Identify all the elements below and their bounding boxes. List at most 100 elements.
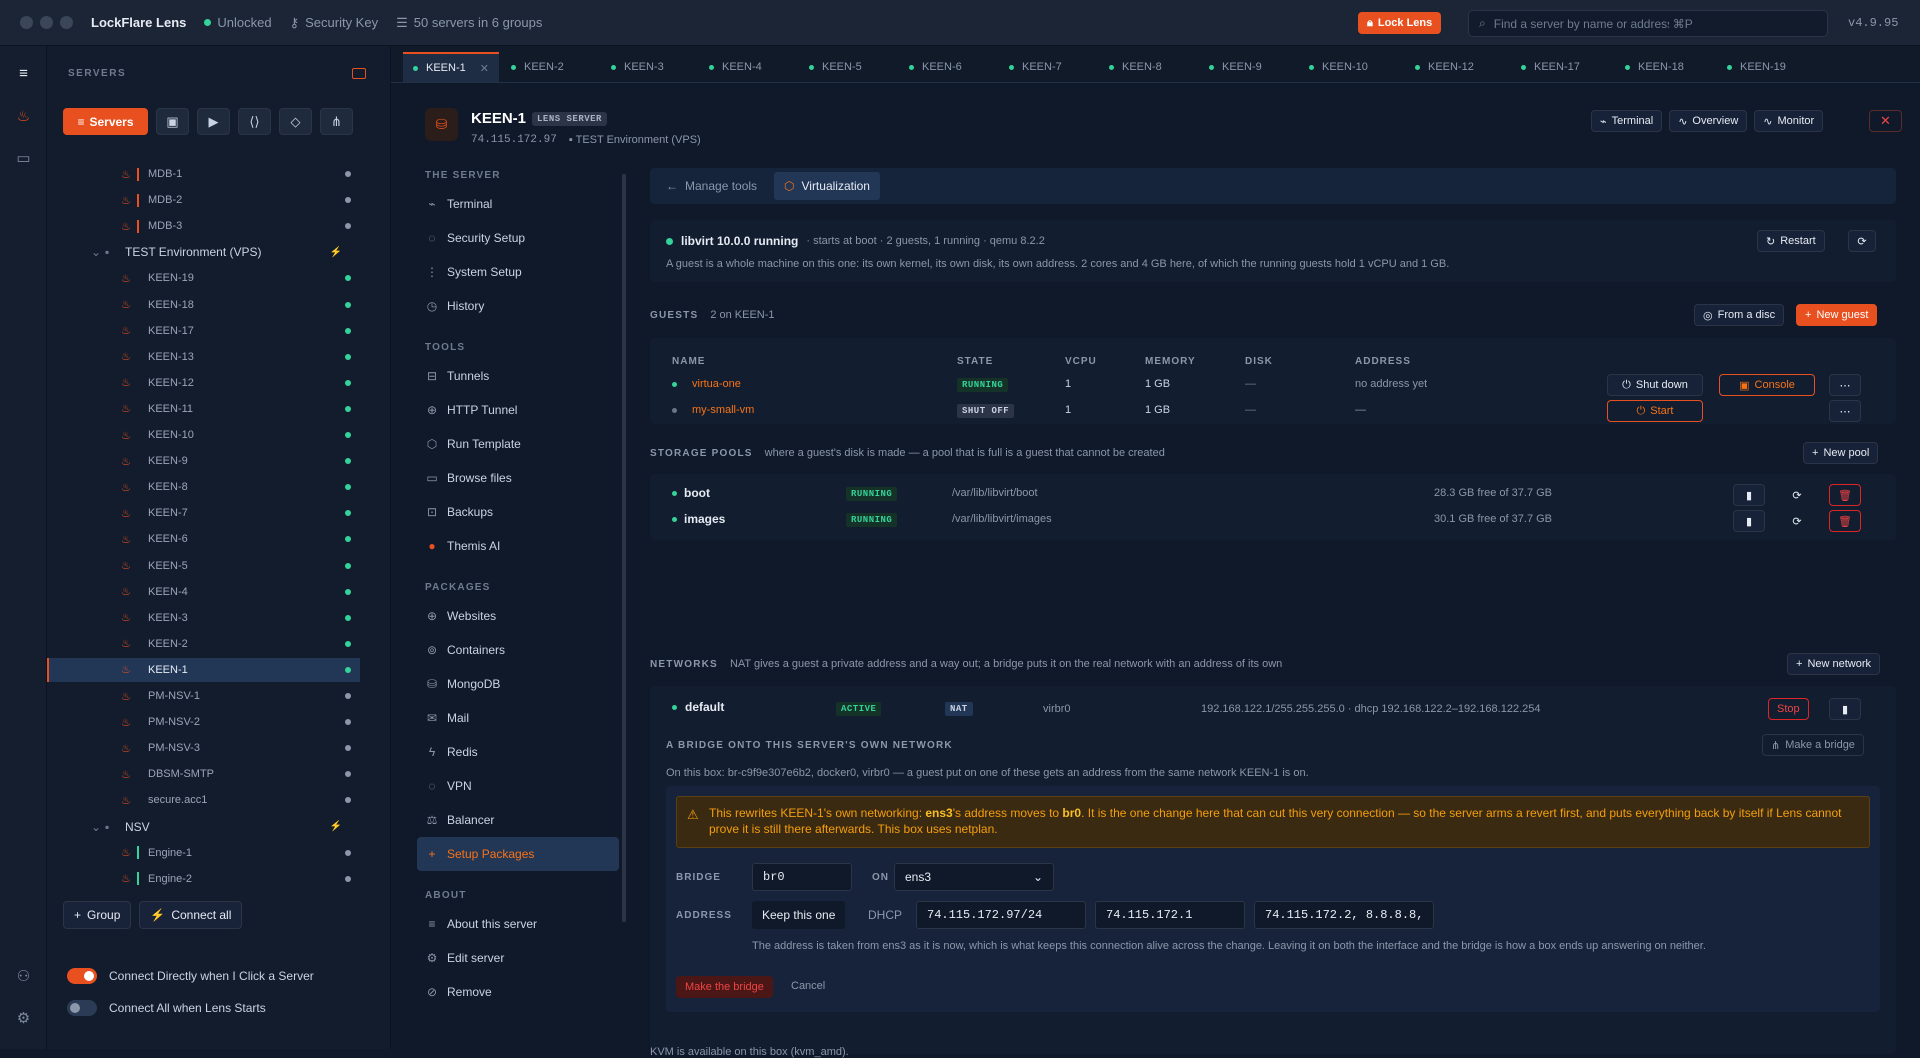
sidebar-server-row[interactable]: ♨ MDB-2 xyxy=(47,188,360,212)
terminal-button[interactable]: ⌁ Terminal xyxy=(1591,110,1663,132)
pool-refresh-button[interactable]: ⟳ xyxy=(1781,510,1813,532)
sidebar-server-row[interactable]: ♨ KEEN-1 xyxy=(47,657,360,682)
guest-more-button[interactable]: ⋯ xyxy=(1829,400,1861,422)
subnav-item[interactable]: ⬡ Run Template xyxy=(425,427,625,461)
dhcp-button[interactable]: DHCP xyxy=(862,901,908,929)
server-search[interactable]: ⌕ ⌘P xyxy=(1468,10,1828,37)
subnav-scrollbar[interactable] xyxy=(622,174,626,922)
window-minimize-control[interactable] xyxy=(40,16,53,29)
sidebar-server-row[interactable]: ♨ PM-NSV-2 xyxy=(47,710,360,734)
server-tab[interactable]: KEEN-7 xyxy=(1009,52,1062,82)
server-tab[interactable]: KEEN-18 xyxy=(1625,52,1684,82)
sidebar-server-row[interactable]: ♨ KEEN-7 xyxy=(47,501,360,525)
topology-tool-button[interactable]: ⋔ xyxy=(320,108,353,135)
network-bookmark-button[interactable]: ▮ xyxy=(1829,698,1861,720)
from-disc-button[interactable]: ◎ From a disc xyxy=(1694,304,1785,326)
sidebar-server-row[interactable]: ♨ KEEN-9 xyxy=(47,449,360,473)
new-guest-button[interactable]: + New guest xyxy=(1796,304,1878,326)
pool-bookmark-button[interactable]: ▮ xyxy=(1733,484,1765,506)
sidebar-server-row[interactable]: ♨ secure.acc1 xyxy=(47,788,360,812)
window-zoom-control[interactable] xyxy=(60,16,73,29)
sidebar-server-row[interactable]: ♨ KEEN-4 xyxy=(47,580,360,604)
server-tab[interactable]: KEEN-4 xyxy=(709,52,762,82)
lock-lens-button[interactable]: 🔒︎ Lock Lens xyxy=(1358,12,1442,34)
servers-button[interactable]: ≡ Servers xyxy=(63,108,148,135)
pool-delete-button[interactable]: 🗑︎ xyxy=(1829,484,1861,506)
sidebar-server-row[interactable]: ♨ KEEN-17 xyxy=(47,319,360,343)
sidebar-server-row[interactable]: ♨ PM-NSV-1 xyxy=(47,684,360,708)
start-button[interactable]: ⏻ Start xyxy=(1607,400,1703,422)
sidebar-server-row[interactable]: ♨ DBSM-SMTP xyxy=(47,762,360,786)
sidebar-server-row[interactable]: ♨ KEEN-19 xyxy=(47,266,360,290)
bridge-name-input[interactable]: br0 xyxy=(752,863,852,891)
code-tool-button[interactable]: ⟨⟩ xyxy=(238,108,271,135)
server-group-row[interactable]: ⌄ ▪ NSV ⚡ xyxy=(47,815,360,839)
guest-name-link[interactable]: my-small-vm xyxy=(692,404,754,416)
refresh-button[interactable]: ⟳ xyxy=(1848,230,1876,252)
server-tab[interactable]: KEEN-6 xyxy=(909,52,962,82)
package-tool-button[interactable]: ◇ xyxy=(279,108,312,135)
flame-rail-icon[interactable]: ♨ xyxy=(12,104,35,127)
address-input[interactable]: 74.115.172.97/24 xyxy=(916,901,1086,929)
sidebar-server-row[interactable]: ♨ Engine-2 xyxy=(47,867,360,891)
shutdown-button[interactable]: ⏻ Shut down xyxy=(1607,374,1703,396)
close-server-button[interactable]: ✕ xyxy=(1869,110,1902,132)
server-tab[interactable]: KEEN-8 xyxy=(1109,52,1162,82)
subnav-item[interactable]: ● Themis AI xyxy=(425,529,625,563)
sidebar-server-row[interactable]: ♨ KEEN-11 xyxy=(47,397,360,421)
console-button[interactable]: ▣ Console xyxy=(1719,374,1815,396)
subnav-item[interactable]: ⊡ Backups xyxy=(425,495,625,529)
sidebar-server-row[interactable]: ♨ KEEN-5 xyxy=(47,554,360,578)
sidebar-server-row[interactable]: ♨ KEEN-13 xyxy=(47,345,360,369)
server-tab[interactable]: KEEN-5 xyxy=(809,52,862,82)
restart-button[interactable]: ↻ Restart xyxy=(1757,230,1825,252)
make-bridge-button[interactable]: Make the bridge xyxy=(676,976,773,998)
terminal-tool-button[interactable]: ▣ xyxy=(156,108,189,135)
subnav-item[interactable]: ⚖ Balancer xyxy=(425,803,625,837)
sidebar-server-row[interactable]: ♨ KEEN-2 xyxy=(47,632,360,656)
subnav-item[interactable]: ✉ Mail xyxy=(425,701,625,735)
dns-input[interactable]: 74.115.172.2, 8.8.8.8, xyxy=(1254,901,1434,929)
subnav-item[interactable]: ⊚ Containers xyxy=(425,633,625,667)
cancel-button[interactable]: Cancel xyxy=(791,980,825,992)
subnav-item[interactable]: ▭ Browse files xyxy=(425,461,625,495)
pool-delete-button[interactable]: 🗑︎ xyxy=(1829,510,1861,532)
subnav-item[interactable]: ⛁ MongoDB xyxy=(425,667,625,701)
subnav-item[interactable]: ϟ Redis xyxy=(425,735,625,769)
server-tab[interactable]: KEEN-19 xyxy=(1727,52,1786,82)
subnav-item[interactable]: ⊕ HTTP Tunnel xyxy=(425,393,625,427)
users-rail-icon[interactable]: ⚇ xyxy=(12,964,35,987)
sidebar-server-row[interactable]: ♨ KEEN-8 xyxy=(47,475,360,499)
tab-virtualization[interactable]: ⬡ Virtualization xyxy=(774,172,880,200)
new-pool-button[interactable]: + New pool xyxy=(1803,442,1879,464)
subnav-item[interactable]: ⋮ System Setup xyxy=(425,255,625,289)
close-tab-icon[interactable]: ✕ xyxy=(480,62,489,75)
stop-network-button[interactable]: Stop xyxy=(1768,698,1809,720)
server-tab[interactable]: KEEN-12 xyxy=(1415,52,1474,82)
connect-all-toggle[interactable] xyxy=(67,1000,97,1016)
servers-rail-icon[interactable]: ≡ xyxy=(12,62,35,85)
sidebar-collapse-icon[interactable] xyxy=(352,68,366,79)
monitor-button[interactable]: ∿ Monitor xyxy=(1754,110,1824,132)
gateway-input[interactable]: 74.115.172.1 xyxy=(1095,901,1245,929)
keep-address-button[interactable]: Keep this one xyxy=(752,901,846,929)
sidebar-server-row[interactable]: ♨ Engine-1 xyxy=(47,841,360,865)
guest-more-button[interactable]: ⋯ xyxy=(1829,374,1861,396)
sidebar-server-row[interactable]: ♨ MDB-1 xyxy=(47,162,360,186)
subnav-item[interactable]: ⚙ Edit server xyxy=(425,941,625,975)
subnav-item[interactable]: ⊘ Remove xyxy=(425,975,625,1009)
group-bolt-icon[interactable]: ⚡ xyxy=(330,821,342,832)
subnav-item[interactable]: ⌁ Terminal xyxy=(425,187,625,221)
server-tab[interactable]: KEEN-3 xyxy=(611,52,664,82)
subnav-item[interactable]: + Setup Packages xyxy=(417,837,619,871)
interface-select[interactable]: ens3 ⌄ xyxy=(894,863,1054,891)
sidebar-server-row[interactable]: ♨ MDB-3 xyxy=(47,214,360,238)
subnav-item[interactable]: ⊟ Tunnels xyxy=(425,359,625,393)
subnav-item[interactable]: ≡ About this server xyxy=(425,907,625,941)
play-tool-button[interactable]: ▶ xyxy=(197,108,230,135)
add-group-button[interactable]: + Group xyxy=(63,901,132,929)
sidebar-server-row[interactable]: ♨ KEEN-18 xyxy=(47,293,360,317)
pool-refresh-button[interactable]: ⟳ xyxy=(1781,484,1813,506)
server-group-row[interactable]: ⌄ ▪ TEST Environment (VPS) ⚡ xyxy=(47,240,360,264)
server-tab[interactable]: KEEN-17 xyxy=(1521,52,1580,82)
